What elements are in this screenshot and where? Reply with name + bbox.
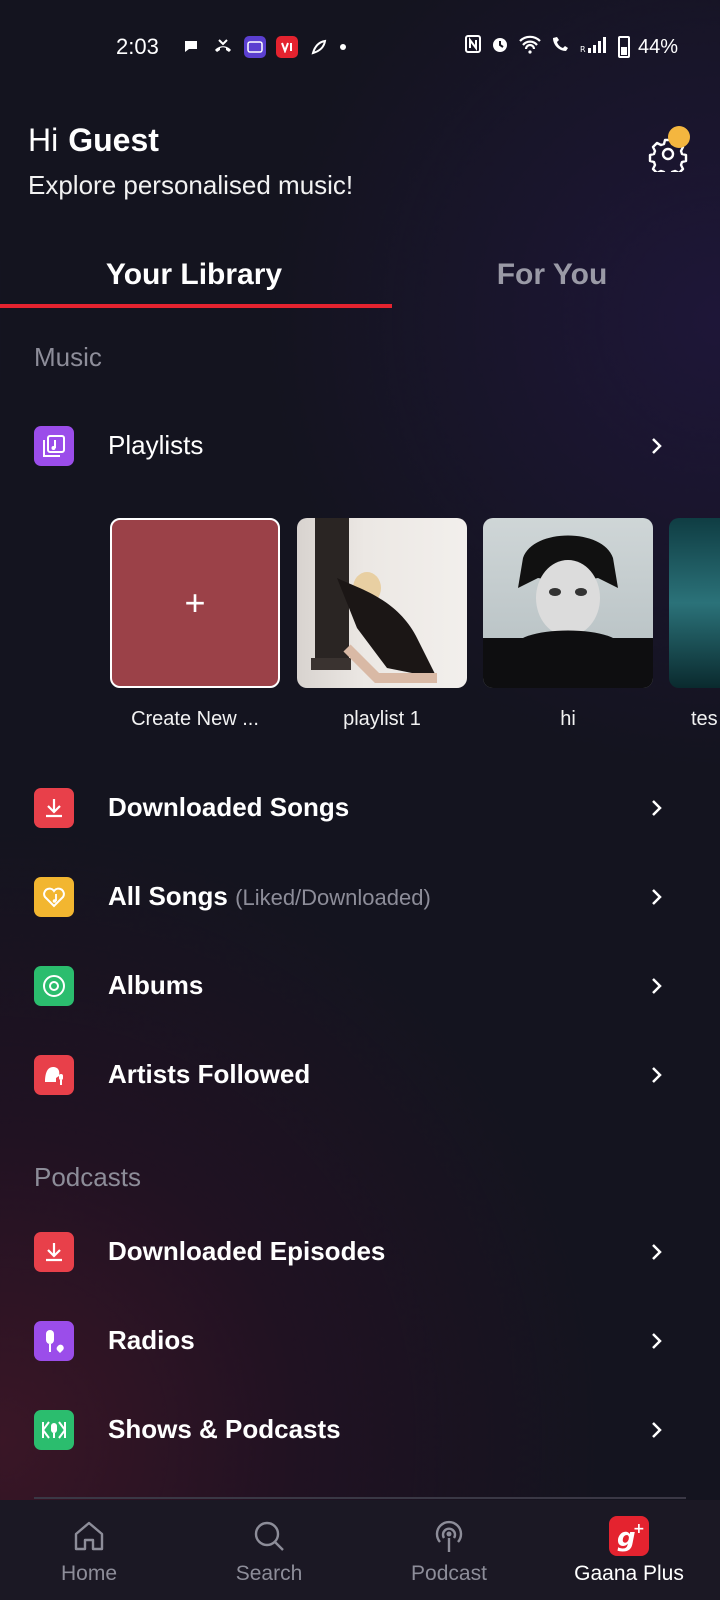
plus-icon: + — [184, 582, 206, 623]
battery-icon — [617, 36, 630, 58]
chevron-right-icon — [652, 800, 662, 816]
search-icon — [249, 1516, 289, 1556]
downloaded-songs-row[interactable]: Downloaded Songs — [0, 782, 720, 842]
albums-row[interactable]: Albums — [0, 960, 720, 1020]
playlist-caption: hi — [560, 708, 576, 730]
nav-search-label: Search — [235, 1562, 303, 1585]
nav-podcast-label: Podcast — [411, 1562, 487, 1585]
playlist-caption: Create New ... — [131, 708, 259, 730]
settings-badge — [668, 126, 690, 148]
radio-mic-icon — [34, 1321, 74, 1361]
artists-followed-label: Artists Followed — [108, 1059, 311, 1089]
greeting-header: Hi Guest Explore personalised music! — [28, 120, 692, 201]
albums-label: Albums — [108, 970, 204, 1000]
library-tabs: Your Library For You — [0, 240, 720, 312]
radios-label: Radios — [108, 1325, 195, 1355]
playlist-caption: playlist 1 — [343, 708, 421, 730]
podcasts-section-title: Podcasts — [34, 1162, 141, 1192]
nfc-icon — [464, 34, 482, 60]
downloaded-episodes-row[interactable]: Downloaded Episodes — [0, 1226, 720, 1286]
nav-search[interactable]: Search — [199, 1516, 339, 1586]
alarm-icon — [490, 34, 510, 60]
gaana-plus-icon: g + — [609, 1516, 649, 1556]
svg-text:+: + — [633, 1521, 645, 1537]
playlist-tile[interactable]: playlist 1 — [297, 518, 467, 731]
app-notification-icon — [244, 36, 266, 58]
status-time: 2:03 — [116, 34, 159, 59]
all-songs-sublabel: (Liked/Downloaded) — [235, 885, 431, 910]
status-bar: 2:03 R 44% — [0, 0, 720, 96]
signal-icon: R — [580, 34, 610, 60]
album-disc-icon — [34, 966, 74, 1006]
wifi-icon — [518, 34, 542, 60]
feather-notification-icon — [308, 36, 330, 58]
artists-followed-row[interactable]: Artists Followed — [0, 1049, 720, 1109]
playlist-caption: tes — [691, 708, 718, 730]
nav-gaana-plus-label: Gaana Plus — [574, 1562, 684, 1585]
bottom-nav: Home Search Podcast g + Gaana Plus — [0, 1500, 720, 1600]
greeting: Hi Guest — [28, 120, 692, 160]
settings-button[interactable] — [648, 126, 692, 178]
music-section-title: Music — [34, 342, 102, 372]
greeting-text: Hi — [28, 122, 59, 158]
nav-home[interactable]: Home — [19, 1516, 159, 1586]
downloaded-episodes-label: Downloaded Episodes — [108, 1236, 386, 1266]
vi-app-icon — [276, 36, 298, 58]
chevron-right-icon — [652, 1422, 662, 1438]
playlist-icon — [34, 426, 74, 466]
all-songs-label: All Songs (Liked/Downloaded) — [108, 881, 431, 912]
user-name: Guest — [68, 122, 159, 158]
all-songs-title: All Songs — [108, 881, 228, 911]
podcast-shows-icon — [34, 1410, 74, 1450]
svg-text:R: R — [580, 45, 586, 54]
podcast-icon — [429, 1516, 469, 1556]
wifi-calling-icon — [550, 34, 572, 60]
playlist-tile[interactable]: tes — [669, 518, 720, 731]
shows-podcasts-row[interactable]: Shows & Podcasts — [0, 1404, 720, 1464]
radios-row[interactable]: Radios — [0, 1315, 720, 1375]
download-icon — [34, 1232, 74, 1272]
chevron-right-icon — [652, 438, 662, 454]
chat-notification-icon — [180, 36, 202, 58]
chevron-right-icon — [652, 889, 662, 905]
active-tab-indicator — [0, 304, 392, 308]
downloaded-songs-label: Downloaded Songs — [108, 792, 350, 822]
nav-home-label: Home — [60, 1562, 118, 1585]
more-notifications-dot — [340, 44, 346, 50]
chevron-right-icon — [652, 1244, 662, 1260]
create-playlist-tile[interactable]: + Create New ... — [110, 518, 280, 731]
battery-percent: 44% — [637, 35, 678, 58]
system-status-icons: R 44% — [464, 34, 678, 60]
download-icon — [34, 788, 74, 828]
playlist-cover-image — [297, 518, 467, 688]
header-subtitle: Explore personalised music! — [28, 170, 354, 200]
playlist-tile[interactable]: hi — [483, 518, 653, 731]
create-playlist-button[interactable]: + — [110, 518, 280, 688]
playlist-cover-image — [483, 518, 653, 688]
nav-podcast[interactable]: Podcast — [379, 1516, 519, 1586]
chevron-right-icon — [652, 1333, 662, 1349]
missed-call-icon — [212, 36, 234, 58]
home-icon — [69, 1516, 109, 1556]
playlists-row[interactable]: Playlists — [0, 420, 720, 480]
playlists-carousel[interactable]: + Create New ... playlist 1 hi tes — [108, 518, 720, 738]
bottom-nav-divider — [34, 1497, 686, 1499]
heart-music-icon — [34, 877, 74, 917]
shows-podcasts-label: Shows & Podcasts — [108, 1414, 341, 1444]
tab-for-you[interactable]: For You — [372, 258, 720, 292]
nav-gaana-plus[interactable]: g + Gaana Plus — [559, 1516, 699, 1586]
playlist-cover-image — [669, 518, 720, 688]
chevron-right-icon — [652, 1067, 662, 1083]
notification-icons — [180, 36, 346, 58]
all-songs-row[interactable]: All Songs (Liked/Downloaded) — [0, 871, 720, 931]
artist-mic-icon — [34, 1055, 74, 1095]
playlists-label: Playlists — [108, 430, 204, 460]
chevron-right-icon — [652, 978, 662, 994]
tab-your-library[interactable]: Your Library — [14, 258, 374, 292]
